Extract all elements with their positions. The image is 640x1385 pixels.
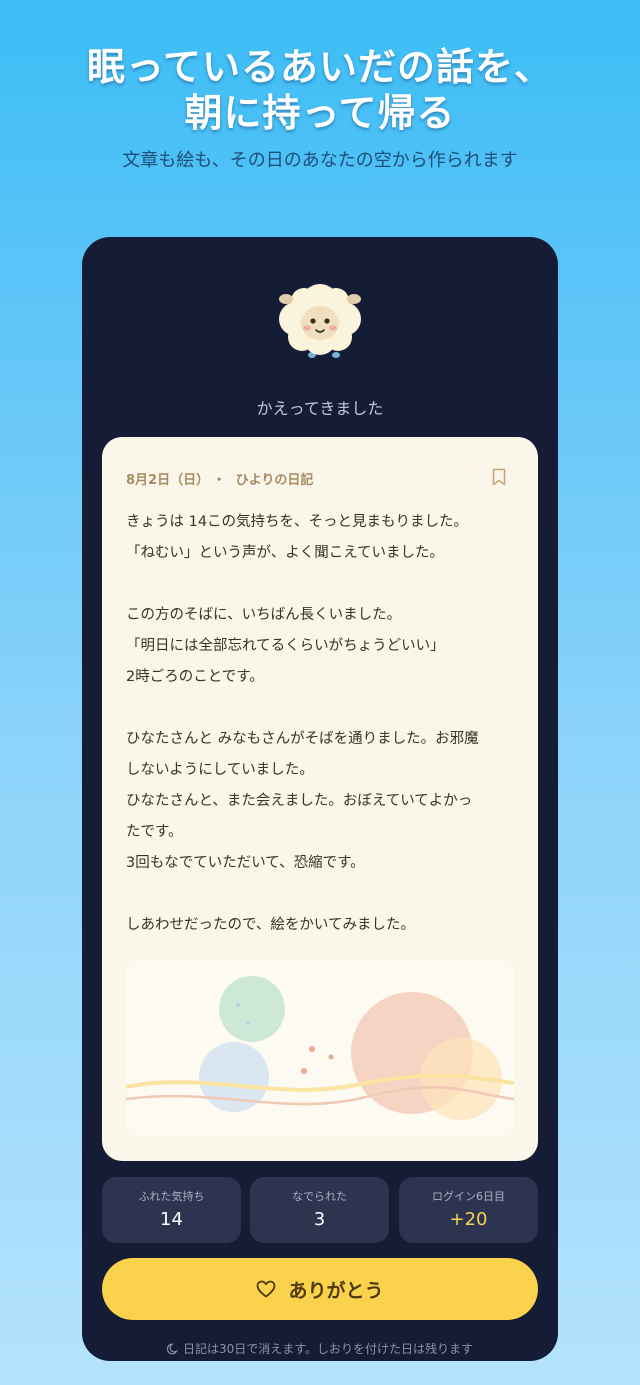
hero-title: 眠っているあいだの話を、 朝に持って帰る <box>0 44 640 136</box>
stats-row: ふれた気持ち 14 なでられた 3 ログイン6日目 +20 <box>102 1177 538 1243</box>
diary-line: 「明日には全部忘れてるくらいがちょうどいい」 <box>126 638 445 654</box>
diary-line: ひなたさんと みなもさんがそばを通りました。お邪魔 <box>126 731 479 747</box>
bookmark-icon[interactable] <box>492 468 506 486</box>
thanks-button[interactable]: ありがとう <box>102 1258 538 1320</box>
diary-line: 「ねむい」という声が、よく聞こえていました。 <box>126 545 444 561</box>
diary-line: ひなたさんと、また会えました。おぼえていてよかっ <box>126 793 473 809</box>
heart-icon <box>257 1280 276 1298</box>
footer-note: 日記は30日で消えます。しおりを付けた日は残ります <box>82 1340 558 1357</box>
diary-line: 3回もなでていただいて、恐縮です。 <box>126 855 365 871</box>
diary-line: きょうは 14この気持ちを、そっと見まもりました。 <box>126 514 469 530</box>
hero-title-line2: 朝に持って帰る <box>184 91 456 135</box>
stat-label: ログイン6日目 <box>432 1190 505 1203</box>
diary-header: 8月2日（日） ・ひよりの日記 <box>126 469 313 488</box>
diary-line: たです。 <box>126 824 183 840</box>
moon-icon <box>166 1343 179 1355</box>
stat-value: 14 <box>160 1209 183 1230</box>
diary-line: この方のそばに、いちばん長くいました。 <box>126 607 402 623</box>
stat-touched-feelings: ふれた気持ち 14 <box>102 1177 241 1243</box>
diary-line <box>126 693 518 724</box>
stat-petted: なでられた 3 <box>250 1177 389 1243</box>
diary-author: ひよりの日記 <box>235 473 314 488</box>
diary-line: 2時ごろのことです。 <box>126 669 264 685</box>
app-screen: かえってきました 8月2日（日） ・ひよりの日記 きょうは 14この気持ちを、そっ… <box>82 237 558 1361</box>
returned-label: かえってきました <box>256 399 384 418</box>
thanks-button-label: ありがとう <box>288 1279 384 1302</box>
diary-date: 8月2日（日） <box>126 473 203 488</box>
stat-label: なでられた <box>292 1190 347 1203</box>
stat-label: ふれた気持ち <box>138 1190 205 1203</box>
diary-separator: ・ <box>212 473 226 488</box>
diary-line: しないようにしていました。 <box>126 762 314 778</box>
diary-line <box>126 569 518 600</box>
dream-painting <box>126 959 514 1137</box>
hero-title-line1: 眠っているあいだの話を、 <box>86 45 554 89</box>
stat-login-bonus: ログイン6日目 +20 <box>399 1177 538 1243</box>
diary-card: 8月2日（日） ・ひよりの日記 きょうは 14この気持ちを、そっと見まもりました。… <box>102 437 538 1161</box>
diary-body: きょうは 14この気持ちを、そっと見まもりました。 「ねむい」という声が、よく聞… <box>126 507 518 941</box>
diary-line <box>126 879 518 910</box>
stat-value: +20 <box>449 1209 488 1230</box>
hero-subtitle: 文章も絵も、その日のあなたの空から作られます <box>122 150 518 171</box>
stat-value: 3 <box>313 1209 326 1230</box>
sheep-mascot-icon <box>279 284 361 358</box>
diary-line: しあわせだったので、絵をかいてみました。 <box>126 917 415 933</box>
footer-note-text: 日記は30日で消えます。しおりを付けた日は残ります <box>182 1342 474 1356</box>
